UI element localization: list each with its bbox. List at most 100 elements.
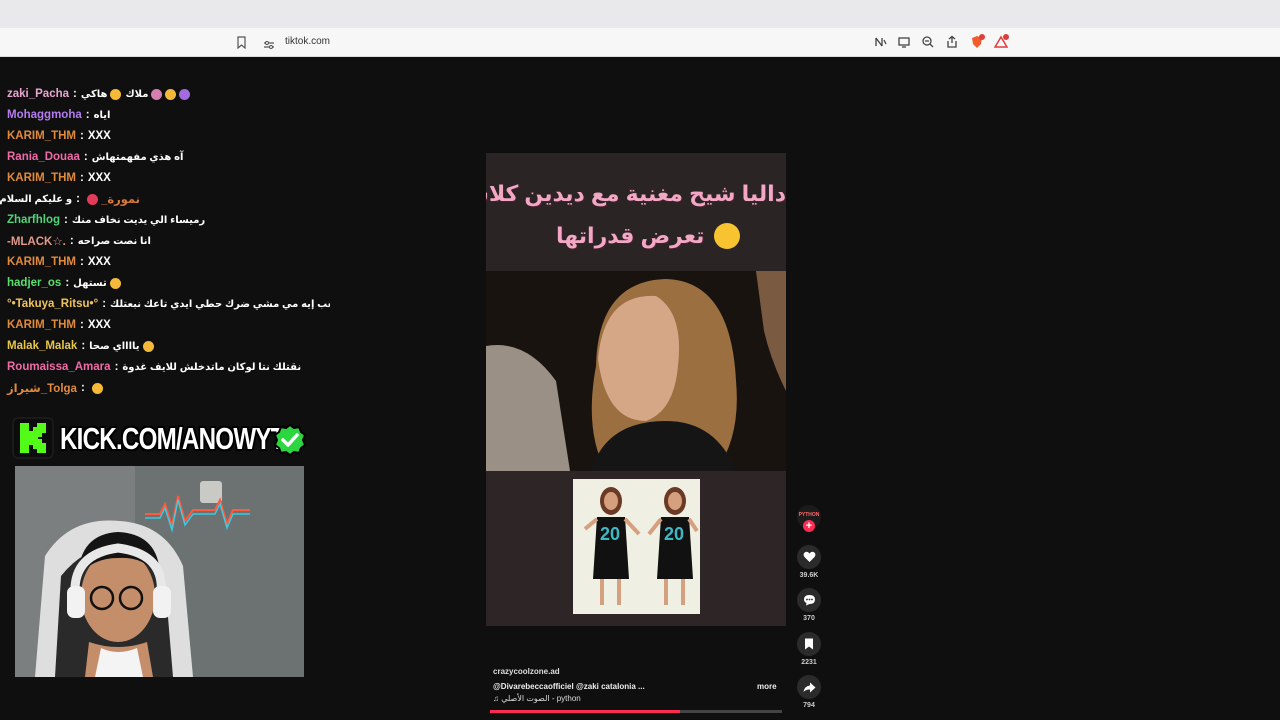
video-description: @Divarebeccaofficiel @zaki catalonia ...: [493, 682, 645, 691]
like-action[interactable]: 39.6K: [795, 545, 823, 579]
tiktok-video-player[interactable]: داليا شيح مغنية مع ديدين كلاش تعرض قدرات…: [486, 153, 786, 626]
share-icon[interactable]: [945, 35, 959, 49]
bookmark-icon[interactable]: [236, 36, 247, 50]
comment-button[interactable]: [797, 588, 821, 612]
chat-username: Roumaissa_Amara: [7, 361, 111, 373]
emoji-icon: [151, 88, 163, 100]
emoji-icon: [91, 382, 103, 394]
video-caption-line1: داليا شيح مغنية مع ديدين كلاش: [486, 181, 786, 206]
more-link[interactable]: more: [757, 682, 777, 691]
music-info[interactable]: ♫ الصوت الأصلي - python: [493, 694, 581, 703]
chat-username: نمورة_: [100, 194, 140, 206]
video-scene: [486, 271, 786, 471]
chat-message: KARIM_THM : XXX: [7, 319, 111, 331]
chat-message: KARIM_THM : XXX: [7, 172, 111, 184]
chat-text: و عليكم السلام: [0, 193, 73, 205]
bookmark-fill-icon: [805, 638, 813, 650]
chat-text: XXX: [87, 319, 111, 331]
bow-emoji-icon: [86, 193, 98, 205]
chat-username: KARIM_THM: [7, 172, 76, 184]
like-count: 39.6K: [799, 572, 819, 579]
chat-text: رميساء الي يديت نخاف منك: [71, 214, 206, 226]
chat-username: Malak_Malak: [7, 340, 78, 352]
share-count: 794: [803, 702, 815, 709]
comment-icon: [803, 595, 815, 606]
chat-text: آه هذي مفهمتهاش: [91, 151, 184, 163]
chat-message: نمورة_ : و عليكم السلام: [0, 193, 140, 206]
verified-check-icon: [273, 423, 307, 457]
reader-mode-icon[interactable]: [874, 35, 888, 49]
chat-username: zaki_Pacha: [7, 88, 70, 100]
chat-text: اياه: [93, 109, 111, 121]
follow-button[interactable]: +: [803, 520, 815, 532]
video-caption-area: داليا شيح مغنية مع ديدين كلاش تعرض قدرات…: [486, 153, 786, 271]
chat-message: Roumaissa_Amara : نقتلك نتا لوكان ماتدخل…: [7, 361, 302, 373]
chat-message: شيراز_Tolga :: [7, 379, 103, 397]
kick-logo: [12, 417, 54, 459]
video-progress-fill: [490, 710, 680, 713]
chat-username: °•Takuya_Ritsu•°: [7, 298, 99, 310]
jersey-number-right: 20: [664, 524, 685, 544]
chat-message: KARIM_THM : XXX: [7, 256, 111, 268]
emoji-icon: [165, 88, 177, 100]
cast-icon[interactable]: [897, 35, 911, 49]
caption-text: تعرض قدراتها: [556, 223, 705, 248]
comment-action[interactable]: 370: [795, 588, 823, 622]
rewards-badge: [1003, 34, 1009, 40]
chat-message: Malak_Malak : يااااي صحا: [7, 337, 154, 355]
surprised-emoji-icon: [713, 223, 740, 249]
chat-text: XXX: [87, 256, 111, 268]
chat-text: انا نصت صراحه: [77, 235, 151, 247]
share-arrow-icon: [803, 682, 815, 692]
chat-message: Rania_Douaa : آه هذي مفهمتهاش: [7, 151, 184, 163]
chat-text: XXX: [87, 172, 111, 184]
save-count: 2231: [801, 659, 817, 666]
chat-username: Zharfhlog: [7, 214, 61, 226]
video-author[interactable]: crazycoolzone.ad: [493, 667, 560, 676]
browser-address-bar: [0, 28, 1280, 57]
save-button[interactable]: [797, 632, 821, 656]
browser-tab-strip: [0, 0, 1280, 28]
chat-username: -MLACK☆.: [7, 236, 66, 248]
zoom-icon[interactable]: [921, 35, 935, 49]
emoji-icon: [110, 88, 122, 100]
chat-username: hadjer_os: [7, 277, 62, 289]
like-button[interactable]: [797, 545, 821, 569]
emoji-icon: [109, 277, 121, 289]
chat-message: hadjer_os : تستهل: [7, 274, 121, 292]
heart-emoji-icon: [179, 88, 191, 100]
avatar-label: PYTHON: [798, 512, 820, 518]
share-action[interactable]: 794: [795, 675, 823, 709]
kick-channel-banner: KICK.COM/ANOWYT: [60, 421, 285, 456]
laughing-emoji-icon: [142, 340, 154, 352]
music-title: الصوت الأصلي - python: [501, 694, 581, 703]
jersey-number-left: 20: [600, 524, 621, 544]
dancers-thumbnail: 20 20: [573, 479, 700, 614]
chat-overlay: zaki_Pacha : هاكي ملاك Mohaggmoha : اياه…: [0, 57, 330, 402]
chat-username: شيراز_Tolga: [7, 383, 77, 395]
video-progress-bar[interactable]: [490, 710, 782, 713]
chat-message: °•Takuya_Ritsu•° : نلعب إيه مي مشي ضرك ح…: [7, 295, 330, 313]
chat-text: هاكي: [80, 88, 108, 100]
chat-message: Mohaggmoha : اياه: [7, 109, 111, 121]
chat-username: KARIM_THM: [7, 256, 76, 268]
chat-text: يااااي صحا: [89, 340, 140, 352]
chat-username: KARIM_THM: [7, 319, 76, 331]
site-settings-icon[interactable]: [263, 37, 275, 49]
chat-username: KARIM_THM: [7, 130, 76, 142]
chat-message: Zharfhlog : رميساء الي يديت نخاف منك: [7, 214, 206, 226]
video-caption-line2: تعرض قدراتها: [556, 223, 740, 249]
chat-text-suffix: ملاك: [125, 88, 149, 100]
chat-text: نلعب إيه مي مشي ضرك حطي ايدي تاعك نبعتلك: [110, 298, 330, 310]
url-text[interactable]: tiktok.com: [285, 36, 330, 48]
shield-badge: [979, 34, 985, 40]
music-note-icon: ♫: [493, 694, 502, 703]
save-action[interactable]: 2231: [795, 632, 823, 666]
chat-text: نقتلك نتا لوكان ماتدخلش للايف غدوة: [122, 361, 302, 373]
share-button[interactable]: [797, 675, 821, 699]
chat-message: KARIM_THM : XXX: [7, 130, 111, 142]
video-lower-area: 20 20: [486, 471, 786, 626]
chat-username: Mohaggmoha: [7, 109, 82, 121]
heart-icon: [803, 551, 815, 562]
comment-count: 370: [803, 615, 815, 622]
